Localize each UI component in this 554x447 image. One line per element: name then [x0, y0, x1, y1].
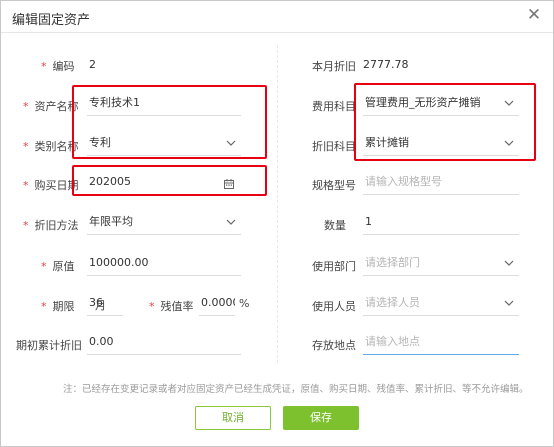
period-unit-label: 月	[95, 299, 106, 312]
required-mark: *	[149, 300, 155, 313]
required-mark: *	[41, 260, 47, 273]
required-mark: *	[23, 219, 29, 232]
chevron-down-icon	[503, 137, 515, 149]
depreciation-account-select[interactable]: 累计摊销	[363, 132, 519, 156]
dialog-title: 编辑固定资产	[12, 13, 91, 28]
code-label: * 编码	[41, 60, 75, 73]
required-mark: *	[23, 100, 29, 113]
monthly-depreciation-value: 2777.78	[363, 58, 409, 71]
required-mark: *	[23, 179, 29, 192]
original-value-input[interactable]: 100000.00	[87, 252, 241, 276]
category-select[interactable]: 专利	[87, 132, 241, 156]
edit-restriction-note: 注：已经存在变更记录或者对应固定资产已经生成凭证，原值、购买日期、残值率、累计折…	[63, 384, 529, 395]
purchase-date-picker[interactable]: 202005	[87, 171, 241, 195]
location-label: 存放地点	[312, 339, 356, 352]
code-input[interactable]: 2	[87, 54, 237, 78]
cancel-button[interactable]: 取消	[195, 406, 271, 430]
asset-name-input[interactable]: 专利技术1	[87, 92, 241, 116]
required-mark: *	[41, 300, 47, 313]
user-label: 使用人员	[312, 300, 356, 313]
spec-model-input[interactable]: 请输入规格型号	[363, 171, 519, 195]
department-label: 使用部门	[312, 260, 356, 273]
depreciation-account-label: 折旧科目	[312, 140, 356, 153]
residual-rate-label: * 残值率	[149, 300, 194, 313]
expense-account-label: 费用科目	[312, 100, 356, 113]
save-button[interactable]: 保存	[283, 406, 359, 430]
spec-model-label: 规格型号	[312, 179, 356, 192]
chevron-down-icon	[503, 297, 515, 309]
department-select[interactable]: 请选择部门	[363, 252, 519, 276]
dialog-header: 编辑固定资产 ✕	[1, 1, 553, 33]
initial-accumulated-input[interactable]: 0.00	[87, 331, 241, 355]
chevron-down-icon	[225, 137, 237, 149]
category-label: * 类别名称	[23, 140, 79, 153]
period-label: * 期限	[41, 300, 75, 313]
required-mark: *	[23, 140, 29, 153]
chevron-down-icon	[225, 216, 237, 228]
depreciation-method-label: * 折旧方法	[23, 219, 79, 232]
quantity-input[interactable]: 1	[363, 211, 519, 235]
quantity-label: 数量	[324, 219, 346, 232]
asset-name-label: * 资产名称	[23, 100, 79, 113]
residual-rate-input[interactable]: 0.0000	[199, 292, 235, 316]
expense-account-select[interactable]: 管理费用_无形资产摊销	[363, 92, 519, 116]
initial-accumulated-label: 期初累计折旧	[16, 339, 82, 352]
monthly-depreciation-label: 本月折旧	[312, 60, 356, 73]
chevron-down-icon	[503, 97, 515, 109]
residual-rate-unit: %	[239, 297, 250, 310]
chevron-down-icon	[503, 257, 515, 269]
required-mark: *	[41, 60, 47, 73]
purchase-date-label: * 购买日期	[23, 179, 79, 192]
calendar-icon[interactable]	[223, 176, 235, 189]
location-input[interactable]: 请输入地点	[363, 331, 519, 355]
depreciation-method-select[interactable]: 年限平均	[87, 211, 241, 235]
user-select[interactable]: 请选择人员	[363, 292, 519, 316]
original-value-label: * 原值	[41, 260, 75, 273]
close-icon[interactable]: ✕	[525, 6, 543, 24]
edit-fixed-asset-dialog: 编辑固定资产 ✕ * 编码 2 * 资产名称 专利技术1 * 类别名称 专利 * 购买日…	[0, 0, 554, 447]
column-divider	[277, 45, 278, 363]
